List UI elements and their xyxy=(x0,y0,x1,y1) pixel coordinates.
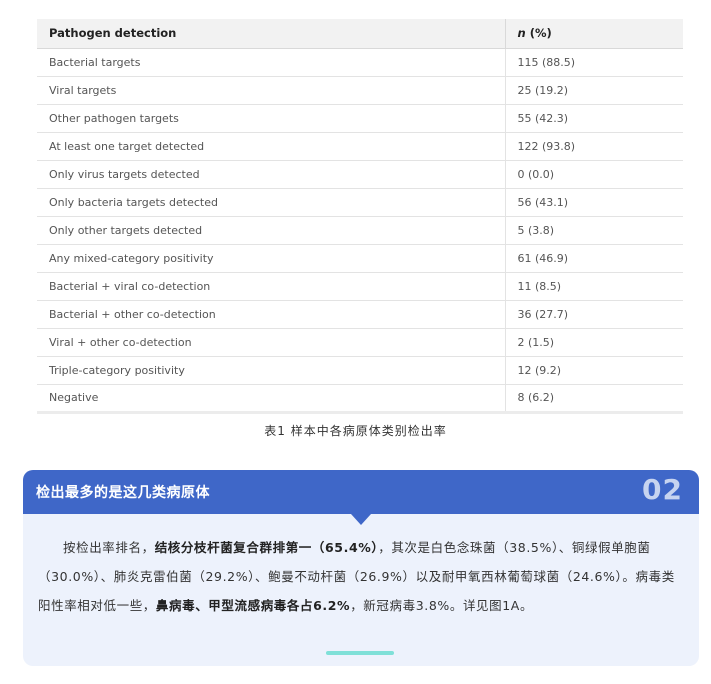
table-header-row: Pathogen detection n (%) xyxy=(37,19,683,49)
paragraph-text-3: ，新冠病毒3.8%。详见图1A。 xyxy=(350,598,534,613)
table-row: Viral + other co-detection 2 (1.5) xyxy=(37,328,683,357)
table-row: Viral targets 25 (19.2) xyxy=(37,76,683,105)
pathogen-detection-table: Pathogen detection n (%) Bacterial targe… xyxy=(37,19,683,414)
row-label-cell: Only virus targets detected xyxy=(37,160,505,189)
row-value-cell: 25 (19.2) xyxy=(504,76,683,105)
table-body: Bacterial targets 115 (88.5) Viral targets… xyxy=(37,48,683,414)
table-row: Triple-category positivity 12 (9.2) xyxy=(37,356,683,385)
row-label-cell: Any mixed-category positivity xyxy=(37,244,505,273)
table-row: Bacterial + other co-detection 36 (27.7) xyxy=(37,300,683,329)
header-n-percent: n (%) xyxy=(504,19,683,49)
row-value-cell: 12 (9.2) xyxy=(504,356,683,385)
pathogen-table-container: Pathogen detection n (%) Bacterial targe… xyxy=(37,19,683,414)
row-label-cell: Bacterial targets xyxy=(37,48,505,77)
row-value-cell: 56 (43.1) xyxy=(504,188,683,217)
row-value-cell: 122 (93.8) xyxy=(504,132,683,161)
header-percent: (%) xyxy=(529,26,552,41)
section-number: 02 xyxy=(642,473,683,506)
table-row: At least one target detected 122 (93.8) xyxy=(37,132,683,161)
row-value-cell: 55 (42.3) xyxy=(504,104,683,133)
header-pathogen-detection: Pathogen detection xyxy=(37,19,505,49)
row-value-cell: 115 (88.5) xyxy=(504,48,683,77)
table-row: Only virus targets detected 0 (0.0) xyxy=(37,160,683,189)
table-row: Other pathogen targets 55 (42.3) xyxy=(37,104,683,133)
header-pointer-triangle xyxy=(351,514,371,525)
row-value-cell: 8 (6.2) xyxy=(504,384,683,414)
row-label-cell: Viral + other co-detection xyxy=(37,328,505,357)
row-label-cell: Only bacteria targets detected xyxy=(37,188,505,217)
row-label-cell: At least one target detected xyxy=(37,132,505,161)
section-paragraph: 按检出率排名，结核分枝杆菌复合群排第一（65.4%），其次是白色念珠菌（38.5… xyxy=(23,514,699,620)
table-row: Negative 8 (6.2) xyxy=(37,384,683,414)
section-header: 检出最多的是这几类病原体 02 xyxy=(23,470,699,514)
row-label-cell: Only other targets detected xyxy=(37,216,505,245)
row-label-cell: Bacterial + viral co-detection xyxy=(37,272,505,301)
table-row: Only bacteria targets detected 56 (43.1) xyxy=(37,188,683,217)
table-row: Only other targets detected 5 (3.8) xyxy=(37,216,683,245)
row-value-cell: 11 (8.5) xyxy=(504,272,683,301)
paragraph-text-1: 按检出率排名， xyxy=(63,540,155,555)
accent-bar xyxy=(326,651,394,655)
paragraph-highlight-2: 鼻病毒、甲型流感病毒各占6.2% xyxy=(155,598,351,613)
row-label-cell: Other pathogen targets xyxy=(37,104,505,133)
row-label-cell: Triple-category positivity xyxy=(37,356,505,385)
table-row: Bacterial targets 115 (88.5) xyxy=(37,48,683,77)
row-value-cell: 0 (0.0) xyxy=(504,160,683,189)
table-row: Bacterial + viral co-detection 11 (8.5) xyxy=(37,272,683,301)
row-label-cell: Viral targets xyxy=(37,76,505,105)
header-n: n xyxy=(517,26,526,41)
row-value-cell: 61 (46.9) xyxy=(504,244,683,273)
table-caption: 表1 样本中各病原体类别检出率 xyxy=(264,424,447,438)
table-row: Any mixed-category positivity 61 (46.9) xyxy=(37,244,683,273)
row-value-cell: 5 (3.8) xyxy=(504,216,683,245)
row-value-cell: 2 (1.5) xyxy=(504,328,683,357)
paragraph-highlight-1: 结核分枝杆菌复合群排第一（65.4%） xyxy=(154,540,379,555)
row-value-cell: 36 (27.7) xyxy=(504,300,683,329)
row-label-cell: Negative xyxy=(37,384,505,414)
row-label-cell: Bacterial + other co-detection xyxy=(37,300,505,329)
section-title: 检出最多的是这几类病原体 xyxy=(36,485,210,501)
section-card: 检出最多的是这几类病原体 02 按检出率排名，结核分枝杆菌复合群排第一（65.4… xyxy=(23,470,699,666)
